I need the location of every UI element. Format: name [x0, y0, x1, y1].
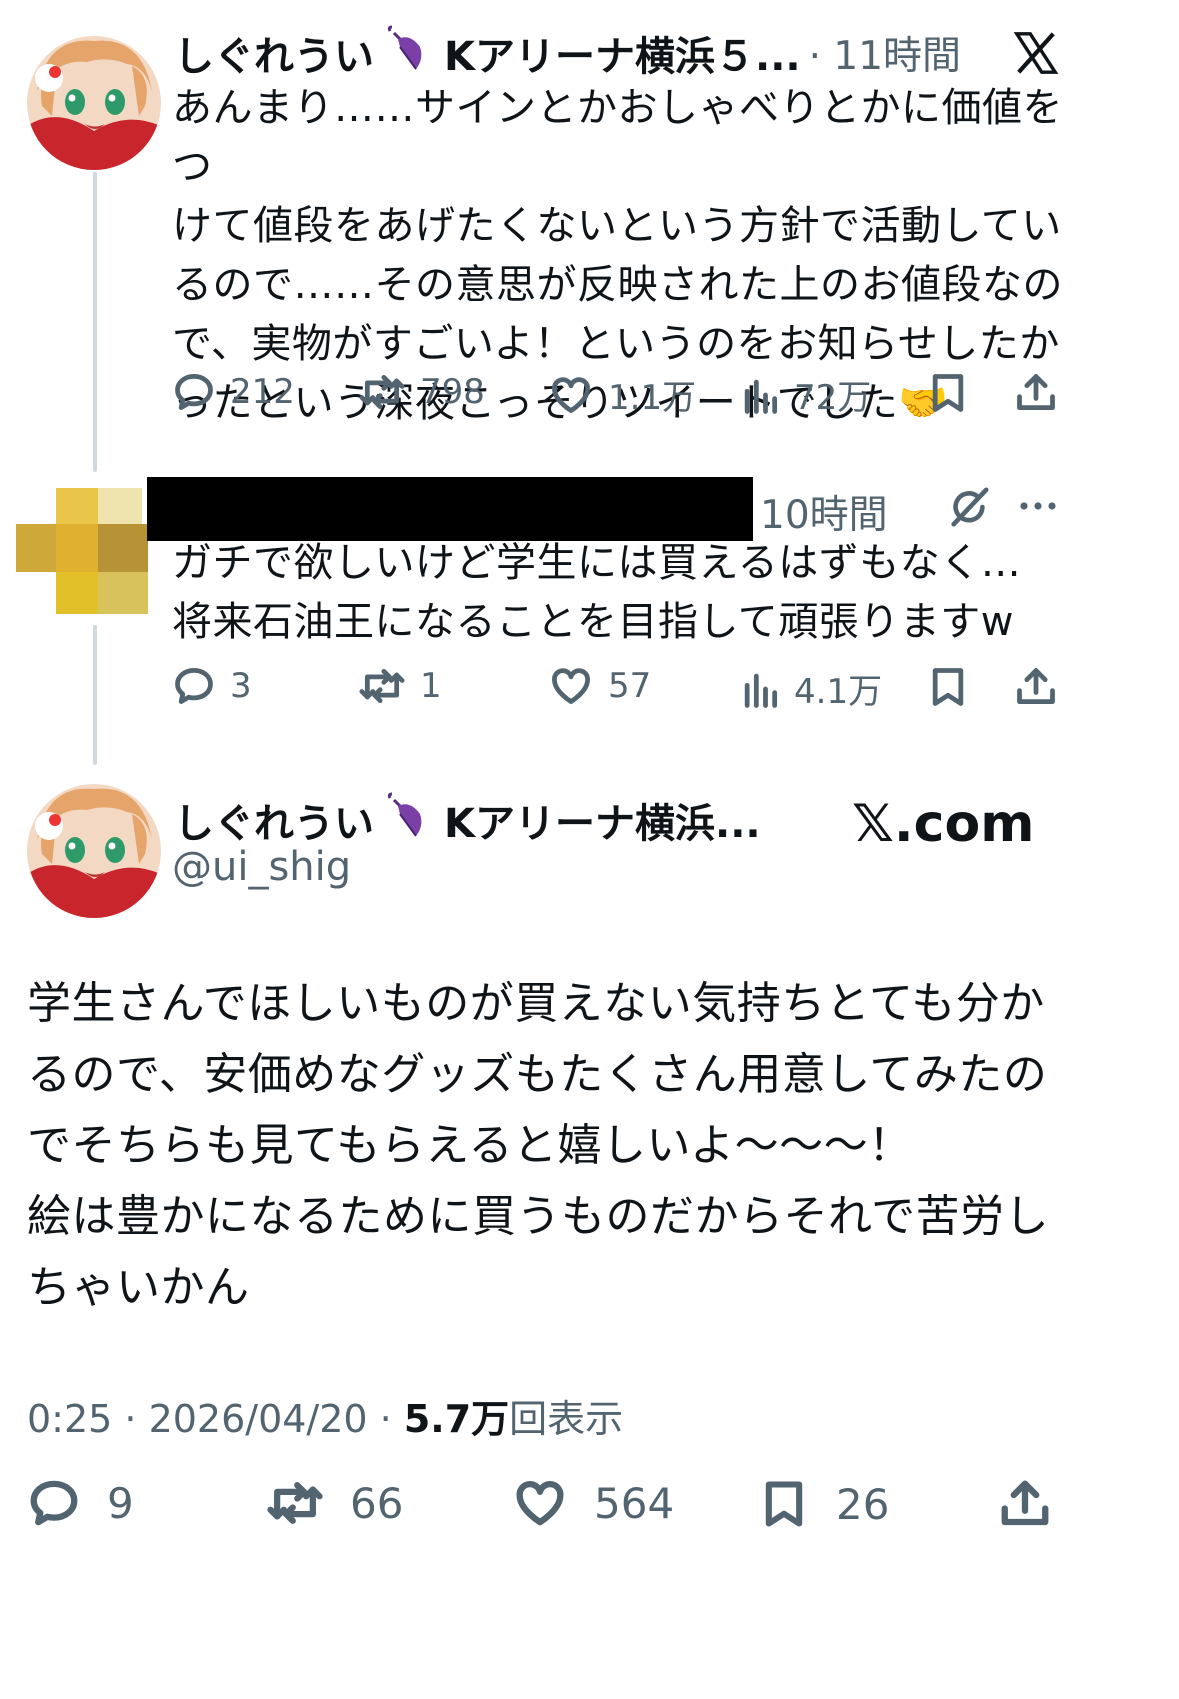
bookmark-button[interactable]: [926, 370, 970, 416]
reply-count: 212: [230, 372, 295, 412]
share-button[interactable]: [1014, 370, 1058, 416]
display-name[interactable]: しぐれうい: [174, 791, 374, 849]
display-name-suffix: Kアリーナ横浜...: [444, 801, 761, 847]
share-button[interactable]: [998, 1476, 1052, 1532]
reply-icon: [30, 1480, 78, 1526]
retweet-icon: [267, 1482, 323, 1524]
like-count: 1.1万: [608, 378, 697, 418]
views-icon: [744, 379, 778, 414]
retweet-count: 1: [420, 666, 442, 706]
tweet-header: しぐれうい Kアリーナ横浜５... · 11時間: [174, 25, 961, 81]
retweet-icon: [359, 668, 405, 704]
retweet-icon: [359, 374, 405, 410]
heart-icon: [552, 668, 590, 704]
thread-line: [93, 625, 97, 765]
more-icon[interactable]: [1018, 496, 1058, 516]
display-name-suffix: Kアリーナ横浜５...: [444, 34, 801, 80]
reply-count: 9: [107, 1478, 134, 1528]
tweet-header: しぐれうい Kアリーナ横浜...: [174, 792, 761, 848]
retweet-button[interactable]: 1: [358, 664, 442, 708]
share-icon: [1017, 668, 1055, 705]
bookmark-icon: [765, 1481, 803, 1527]
reply-icon: [175, 374, 213, 410]
like-button[interactable]: 564: [512, 1476, 674, 1530]
heart-icon: [516, 1480, 564, 1526]
like-count: 564: [594, 1478, 675, 1528]
share-button[interactable]: [1014, 664, 1058, 710]
reply-button[interactable]: 9: [27, 1476, 134, 1530]
views-count: 72万: [794, 378, 872, 418]
heart-icon: [552, 376, 590, 413]
thread-line: [93, 172, 97, 472]
timestamp[interactable]: 0:25 · 2026/04/20 ·: [27, 1397, 404, 1441]
like-button[interactable]: 57: [548, 664, 651, 708]
view-count: 5.7万: [403, 1397, 510, 1441]
retweet-count: 66: [350, 1478, 404, 1528]
bookmark-icon: [932, 374, 964, 412]
brand-watermark: 𝕏.com: [852, 794, 1035, 854]
umbrella-emoji: [387, 25, 422, 70]
reply-button[interactable]: 212: [172, 370, 295, 414]
tweet-text: 学生さんでほしいものが買えない気持ちとても分か るので、安価めなグッズもたくさん…: [27, 978, 1050, 1313]
tweet-text: ガチで欲しいけど学生には買えるはずもなく… 将来石油王になることを目指して頑張り…: [172, 540, 1022, 645]
umbrella-emoji: [387, 792, 422, 837]
views-count: 4.1万: [794, 672, 883, 712]
avatar-pixelated[interactable]: [16, 488, 148, 614]
handle[interactable]: @ui_shig: [172, 844, 351, 890]
bookmark-icon: [932, 668, 964, 706]
bookmark-button[interactable]: 26: [758, 1476, 889, 1532]
retweet-button[interactable]: 66: [266, 1476, 403, 1530]
timestamp[interactable]: 10時間: [760, 484, 888, 540]
views-button[interactable]: 72万: [740, 370, 871, 419]
bookmark-count: 26: [836, 1479, 890, 1529]
retweet-count: 798: [420, 372, 485, 412]
views-button[interactable]: 4.1万: [740, 664, 882, 713]
reply-button[interactable]: 3: [172, 664, 252, 708]
share-icon: [1001, 1480, 1049, 1526]
timestamp-row: 0:25 · 2026/04/20 · 5.7万回表示: [27, 1388, 623, 1443]
reply-icon: [175, 668, 213, 704]
avatar[interactable]: [27, 784, 161, 918]
reply-count: 3: [230, 666, 252, 706]
x-logo-icon[interactable]: [1013, 30, 1059, 76]
display-name[interactable]: しぐれうい: [174, 24, 374, 82]
share-icon: [1017, 374, 1055, 411]
grok-icon[interactable]: [946, 484, 992, 530]
like-button[interactable]: 1.1万: [548, 370, 696, 419]
redacted-name: [147, 477, 753, 541]
views-icon: [744, 673, 778, 708]
view-label: 回表示: [509, 1397, 624, 1441]
timestamp[interactable]: · 11時間: [809, 25, 961, 81]
like-count: 57: [608, 666, 652, 706]
bookmark-button[interactable]: [926, 664, 970, 710]
retweet-button[interactable]: 798: [358, 370, 485, 414]
avatar[interactable]: [27, 36, 161, 170]
